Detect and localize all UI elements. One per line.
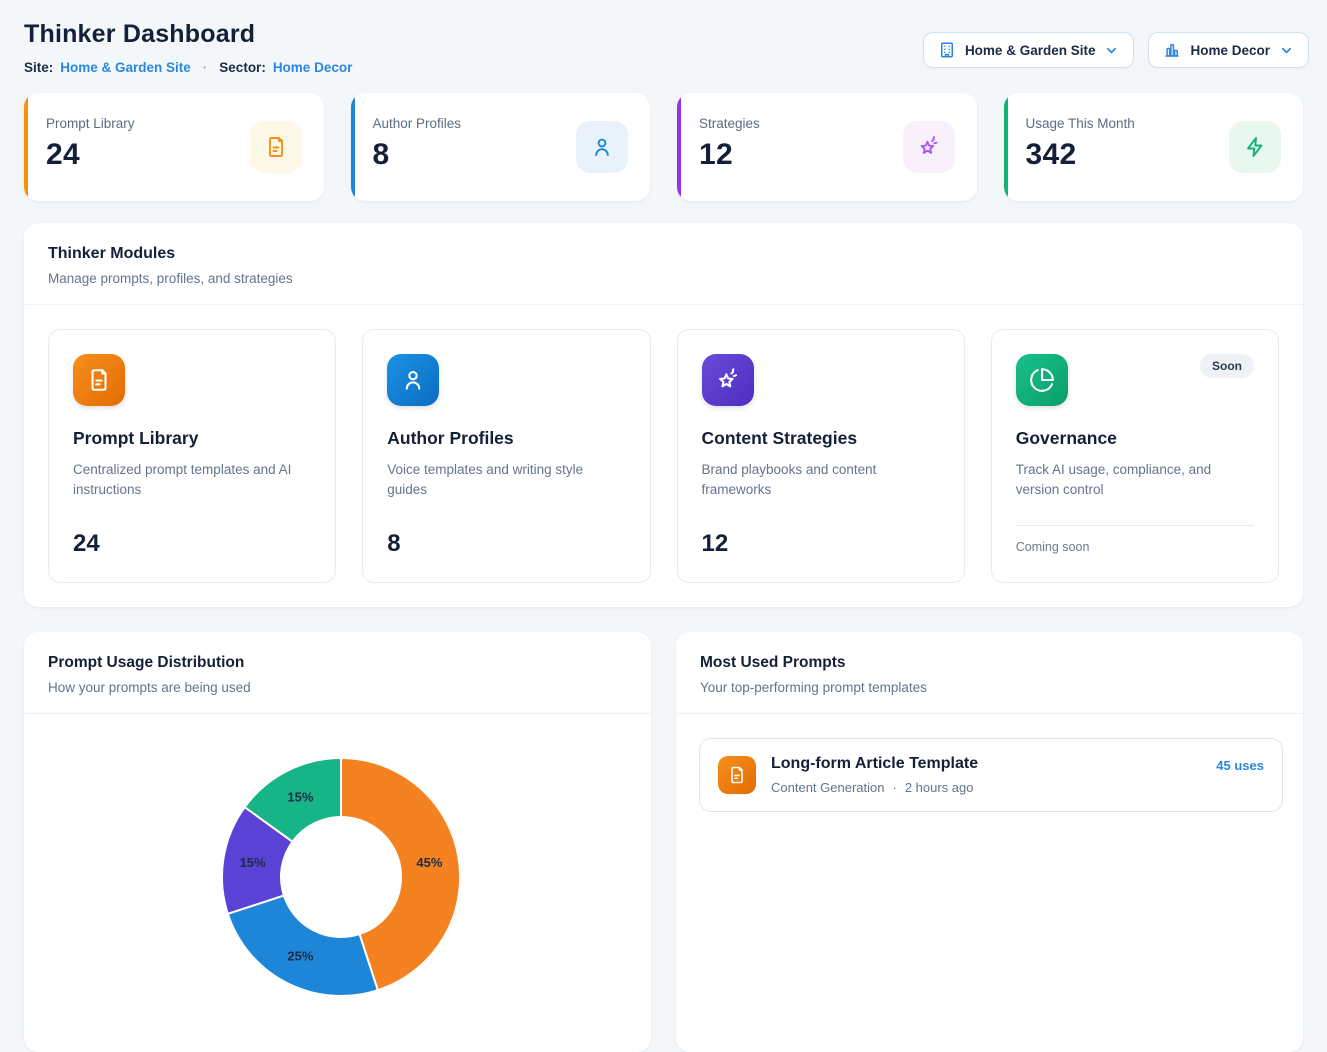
header-selectors: Home & Garden Site Home Decor — [923, 32, 1309, 68]
lightning-icon — [1229, 121, 1281, 173]
module-description: Track AI usage, compliance, and version … — [1016, 460, 1254, 525]
module-count: 24 — [73, 530, 311, 558]
modules-title: Thinker Modules — [48, 245, 1279, 263]
user-icon — [387, 354, 439, 406]
donut-slice-label: 45% — [416, 855, 442, 870]
bottom-row: Prompt Usage Distribution How your promp… — [24, 632, 1303, 1052]
prompts-card-title: Most Used Prompts — [700, 654, 1279, 672]
sparkle-star-icon — [903, 121, 955, 173]
module-description: Centralized prompt templates and AI inst… — [73, 460, 311, 522]
module-description: Voice templates and writing style guides — [387, 460, 625, 522]
module-title: Author Profiles — [387, 428, 625, 449]
most-used-prompts-card: Most Used Prompts Your top-performing pr… — [676, 632, 1303, 1052]
prompt-item-title: Long-form Article Template — [771, 755, 1201, 773]
donut-slice-label: 15% — [240, 855, 266, 870]
site-value-link[interactable]: Home & Garden Site — [60, 60, 191, 75]
bar-chart-icon — [1163, 41, 1181, 59]
stats-row: Prompt Library 24 Author Profiles 8 Stra… — [24, 93, 1303, 201]
building-icon — [938, 41, 956, 59]
module-title: Governance — [1016, 428, 1254, 449]
sector-value-link[interactable]: Home Decor — [273, 60, 353, 75]
chevron-down-icon — [1279, 43, 1294, 58]
prompt-usage-distribution-card: Prompt Usage Distribution How your promp… — [24, 632, 651, 1052]
module-card-content-strategies[interactable]: Content Strategies Brand playbooks and c… — [677, 329, 965, 583]
chevron-down-icon — [1104, 43, 1119, 58]
user-icon — [576, 121, 628, 173]
sparkle-star-icon — [702, 354, 754, 406]
module-count: 12 — [702, 530, 940, 558]
document-icon — [718, 756, 756, 794]
stat-card-prompt-library[interactable]: Prompt Library 24 — [24, 93, 324, 201]
sector-selector-label: Home Decor — [1190, 43, 1270, 58]
soon-badge: Soon — [1200, 354, 1254, 378]
module-description: Brand playbooks and content frameworks — [702, 460, 940, 522]
prompt-item-main: Long-form Article Template Content Gener… — [771, 755, 1201, 795]
thinker-dashboard-page: Thinker Dashboard Site: Home & Garden Si… — [0, 0, 1327, 826]
modules-header: Thinker Modules Manage prompts, profiles… — [24, 223, 1303, 305]
prompts-card-header: Most Used Prompts Your top-performing pr… — [676, 632, 1303, 714]
modules-grid: Prompt Library Centralized prompt templa… — [24, 305, 1303, 607]
prompt-list-item[interactable]: Long-form Article Template Content Gener… — [699, 738, 1283, 812]
document-icon — [73, 354, 125, 406]
site-label: Site: — [24, 60, 53, 75]
module-divider — [1016, 525, 1254, 526]
donut-slice[interactable] — [228, 896, 378, 997]
stat-card-strategies[interactable]: Strategies 12 — [677, 93, 977, 201]
meta-separator: · — [892, 780, 896, 795]
prompt-item-uses-badge: 45 uses — [1216, 758, 1264, 773]
pie-chart-icon — [1016, 354, 1068, 406]
breadcrumb-separator: · — [203, 60, 208, 75]
prompt-item-meta: Content Generation · 2 hours ago — [771, 780, 1201, 795]
prompts-card-subtitle: Your top-performing prompt templates — [700, 680, 1279, 695]
module-card-author-profiles[interactable]: Author Profiles Voice templates and writ… — [362, 329, 650, 583]
document-icon — [250, 121, 302, 173]
module-card-governance[interactable]: Soon Governance Track AI usage, complian… — [991, 329, 1279, 583]
site-selector-label: Home & Garden Site — [965, 43, 1096, 58]
donut-slice-label: 25% — [287, 949, 313, 964]
prompt-item-time: 2 hours ago — [905, 780, 974, 795]
sector-selector-button[interactable]: Home Decor — [1148, 32, 1309, 68]
stat-card-usage-this-month[interactable]: Usage This Month 342 — [1004, 93, 1304, 201]
thinker-modules-section: Thinker Modules Manage prompts, profiles… — [24, 223, 1303, 607]
module-count: 8 — [387, 530, 625, 558]
page-header: Thinker Dashboard Site: Home & Garden Si… — [0, 0, 1327, 89]
prompt-item-category: Content Generation — [771, 780, 884, 795]
module-card-prompt-library[interactable]: Prompt Library Centralized prompt templa… — [48, 329, 336, 583]
module-title: Prompt Library — [73, 428, 311, 449]
sector-label: Sector: — [219, 60, 266, 75]
stat-card-author-profiles[interactable]: Author Profiles 8 — [351, 93, 651, 201]
coming-soon-text: Coming soon — [1016, 540, 1254, 554]
donut-slice-label: 15% — [287, 789, 313, 804]
site-selector-button[interactable]: Home & Garden Site — [923, 32, 1135, 68]
usage-donut-chart: 45% 25% 15% 15% — [24, 632, 651, 1052]
modules-subtitle: Manage prompts, profiles, and strategies — [48, 271, 1279, 286]
module-title: Content Strategies — [702, 428, 940, 449]
